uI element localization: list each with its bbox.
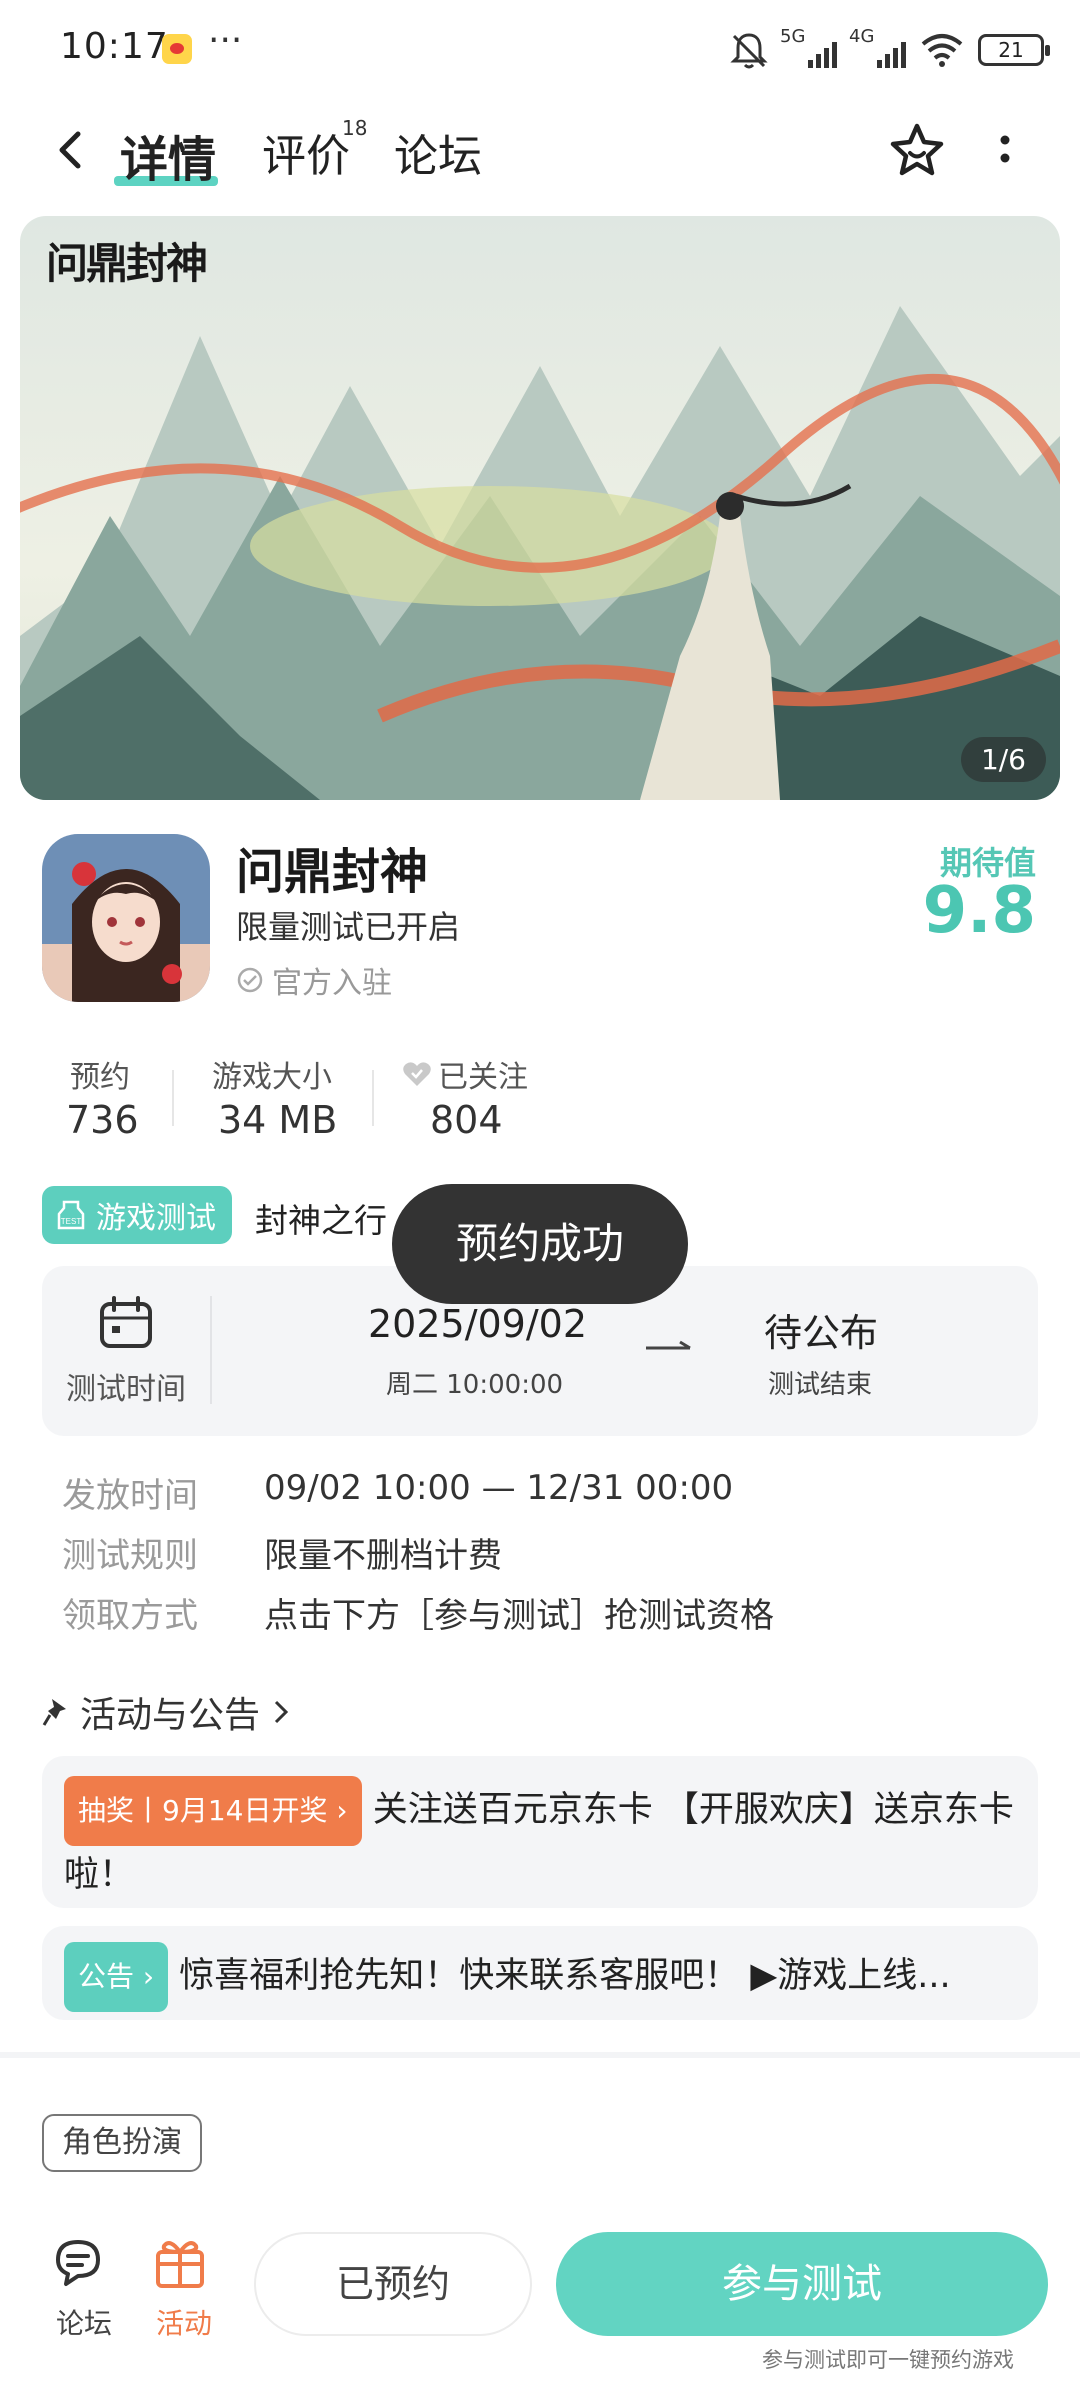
status-time: 10:17	[60, 26, 169, 67]
network-5g-label: 5G	[780, 26, 806, 47]
test-time-label: 测试时间	[66, 1372, 186, 1407]
test-start-time: 周二 10:00:00	[386, 1370, 564, 1400]
genre-tag-role-playing[interactable]: 角色扮演	[42, 2114, 202, 2172]
tab-forum[interactable]: 论坛	[394, 120, 482, 184]
back-arrow-icon[interactable]	[50, 120, 90, 180]
screenshot-carousel[interactable]: 问鼎封神 1/6	[20, 216, 1060, 800]
activity-header-label: 活动与公告	[80, 1695, 261, 1736]
announcement-text: 惊喜福利抢先知！快来联系客服吧！ ▶游戏上线...	[179, 1956, 951, 1996]
more-notifications-icon: ···	[208, 20, 243, 61]
game-app-icon	[42, 834, 210, 1002]
claim-method-label: 领取方式	[62, 1596, 198, 1636]
test-icon: TEST	[57, 1200, 85, 1230]
followers-stat[interactable]: 已关注	[402, 1052, 528, 1096]
game-size-value: 34 MB	[218, 1098, 338, 1142]
release-time-value: 09/02 10:00 — 12/31 00:00	[264, 1468, 734, 1508]
banner-artwork	[20, 216, 1060, 800]
stat-divider	[172, 1070, 174, 1126]
game-size-label: 游戏大小	[212, 1060, 332, 1095]
arrow-right-icon	[646, 1340, 691, 1350]
tab-review[interactable]: 评价	[262, 120, 350, 184]
weibo-notification-icon	[162, 34, 192, 64]
followers-label: 已关注	[438, 1060, 528, 1095]
game-subtitle: 限量测试已开启	[236, 908, 461, 946]
game-test-tag: TEST 游戏测试	[42, 1186, 232, 1244]
lottery-notice-card[interactable]: 抽奖丨9月14日开奖 › 关注送百元京东卡 【开服欢庆】送京东卡啦！	[42, 1756, 1038, 1908]
join-test-button[interactable]: 参与测试	[556, 2232, 1048, 2336]
reservations-value: 736	[66, 1098, 139, 1142]
calendar-icon	[100, 1296, 152, 1348]
favorite-star-icon[interactable]	[884, 118, 950, 184]
announcement-badge: 公告 ›	[64, 1942, 169, 2012]
reservations-label: 预约	[70, 1060, 130, 1095]
schedule-divider	[210, 1296, 212, 1404]
test-name: 封神之行	[255, 1201, 387, 1240]
reservation-success-toast: 预约成功	[392, 1184, 688, 1304]
test-start-date: 2025/09/02	[368, 1302, 588, 1346]
gift-icon[interactable]	[152, 2234, 208, 2290]
test-end-label: 测试结束	[768, 1370, 873, 1400]
test-rules-label: 测试规则	[62, 1536, 198, 1576]
game-test-tag-label: 游戏测试	[96, 1201, 216, 1236]
lottery-notice: 抽奖丨9月14日开奖 › 关注送百元京东卡 【开服欢庆】送京东卡啦！	[64, 1776, 1016, 1904]
join-test-hint: 参与测试即可一键预约游戏	[762, 2348, 1014, 2372]
status-icons: 5G 4G 21	[730, 26, 1050, 72]
pin-icon	[42, 1699, 66, 1726]
announcement-card[interactable]: 公告 › 惊喜福利抢先知！快来联系客服吧！ ▶游戏上线...	[42, 1926, 1038, 2020]
network-4g-label: 4G	[849, 26, 875, 47]
claim-method-value: 点击下方［参与测试］抢测试资格	[264, 1596, 774, 1636]
check-circle-icon	[237, 967, 263, 993]
battery-icon: 21	[978, 34, 1050, 66]
signal-5g-icon: 5G	[780, 26, 837, 68]
followers-value: 804	[430, 1098, 503, 1142]
announcement-notice: 公告 › 惊喜福利抢先知！快来联系客服吧！ ▶游戏上线...	[64, 1942, 1016, 2012]
test-end-value: 待公布	[764, 1311, 879, 1355]
activity-nav-label[interactable]: 活动	[156, 2302, 212, 2342]
chevron-right-icon	[274, 1700, 289, 1724]
game-title: 问鼎封神	[236, 844, 429, 900]
more-options-icon[interactable]	[990, 128, 1020, 178]
mute-bell-icon	[730, 33, 768, 69]
banner-logo: 问鼎封神	[46, 239, 208, 288]
forum-chat-icon[interactable]	[52, 2238, 108, 2290]
svg-text:TEST: TEST	[61, 1217, 82, 1226]
status-bar: 10:17 ··· 5G 4G 21	[0, 0, 1080, 100]
activity-announcement-header[interactable]: 活动与公告	[42, 1686, 290, 1738]
forum-nav-label[interactable]: 论坛	[56, 2302, 112, 2342]
official-badge: 官方入驻	[236, 958, 392, 1002]
stat-divider	[372, 1070, 374, 1126]
signal-4g-icon: 4G	[849, 26, 906, 68]
heart-check-icon	[403, 1062, 431, 1086]
carousel-counter: 1/6	[960, 737, 1046, 782]
section-separator	[0, 2052, 1080, 2058]
test-rules-value: 限量不删档计费	[264, 1536, 502, 1576]
release-time-label: 发放时间	[62, 1476, 198, 1516]
wifi-icon	[921, 34, 963, 67]
reserved-button[interactable]: 已预约	[254, 2232, 532, 2336]
tab-detail[interactable]: 详情	[120, 120, 216, 190]
lottery-badge: 抽奖丨9月14日开奖 ›	[64, 1776, 362, 1846]
expectation-score: 9.8	[922, 874, 1036, 948]
official-label: 官方入驻	[272, 966, 392, 1001]
review-count-badge: 18	[342, 116, 368, 140]
